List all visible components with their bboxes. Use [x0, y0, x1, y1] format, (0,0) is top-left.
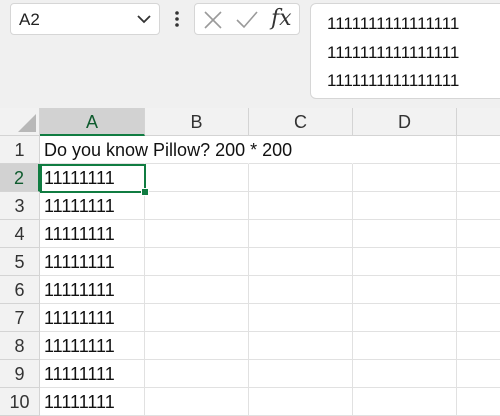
cell-a6[interactable]: 11111111: [40, 276, 145, 304]
cell-d9[interactable]: [353, 360, 457, 388]
cell-b2[interactable]: [145, 164, 249, 192]
cell-d8[interactable]: [353, 332, 457, 360]
cell-d1[interactable]: [353, 136, 457, 164]
cell-b4[interactable]: [145, 220, 249, 248]
cell-a8[interactable]: 11111111: [40, 332, 145, 360]
cell-a3[interactable]: 11111111: [40, 192, 145, 220]
name-box-value[interactable]: A2: [19, 10, 40, 30]
formula-content: 1111111111111111 1111111111111111 111111…: [327, 10, 459, 96]
cell-e9[interactable]: [457, 360, 500, 388]
cancel-icon[interactable]: [203, 10, 223, 30]
row-header-10[interactable]: 10: [0, 388, 40, 416]
row-header-1[interactable]: 1: [0, 136, 40, 164]
insert-function-button[interactable]: fx: [271, 6, 292, 31]
row-header-5[interactable]: 5: [0, 248, 40, 276]
cell-e6[interactable]: [457, 276, 500, 304]
formula-line-1: 1111111111111111: [327, 14, 460, 33]
cell-a2[interactable]: 11111111: [40, 164, 145, 192]
formula-line-2: 1111111111111111: [327, 42, 460, 62]
cell-b10[interactable]: [145, 388, 249, 416]
cell-d10[interactable]: [353, 388, 457, 416]
formula-bar-area: A2 fx 1111111111111111 1111111111111111 …: [0, 0, 500, 108]
row-header-2[interactable]: 2: [0, 164, 40, 192]
row-header-4[interactable]: 4: [0, 220, 40, 248]
column-header-c[interactable]: C: [249, 108, 353, 136]
chevron-down-icon[interactable]: [135, 10, 153, 28]
enter-check-icon[interactable]: [235, 10, 259, 30]
row-header-8[interactable]: 8: [0, 332, 40, 360]
cell-b9[interactable]: [145, 360, 249, 388]
row-header-7[interactable]: 7: [0, 304, 40, 332]
cell-c5[interactable]: [249, 248, 353, 276]
cell-d4[interactable]: [353, 220, 457, 248]
cell-b5[interactable]: [145, 248, 249, 276]
cell-c4[interactable]: [249, 220, 353, 248]
cell-e3[interactable]: [457, 192, 500, 220]
spreadsheet-grid: A B C D 1 Do you know Pillow? 200 * 200 2 1…: [0, 108, 500, 416]
cell-a4[interactable]: 11111111: [40, 220, 145, 248]
cell-e4[interactable]: [457, 220, 500, 248]
cell-b3[interactable]: [145, 192, 249, 220]
cell-c9[interactable]: [249, 360, 353, 388]
column-header-d[interactable]: D: [353, 108, 457, 136]
more-options-icon[interactable]: [170, 8, 184, 30]
cell-d2[interactable]: [353, 164, 457, 192]
cell-d7[interactable]: [353, 304, 457, 332]
formula-controls: fx: [194, 3, 300, 35]
formula-input[interactable]: 1111111111111111 1111111111111111 111111…: [310, 3, 500, 99]
cell-e1[interactable]: [457, 136, 500, 164]
cell-a5[interactable]: 11111111: [40, 248, 145, 276]
cell-a10[interactable]: 11111111: [40, 388, 145, 416]
cell-d6[interactable]: [353, 276, 457, 304]
cell-b6[interactable]: [145, 276, 249, 304]
cell-e7[interactable]: [457, 304, 500, 332]
cell-c6[interactable]: [249, 276, 353, 304]
cell-a9[interactable]: 11111111: [40, 360, 145, 388]
formula-line-3: 1111111111111111: [327, 71, 460, 90]
cell-e5[interactable]: [457, 248, 500, 276]
cell-b7[interactable]: [145, 304, 249, 332]
row-header-9[interactable]: 9: [0, 360, 40, 388]
name-box[interactable]: A2: [10, 3, 160, 35]
column-header-e-partial[interactable]: [457, 108, 500, 136]
cell-a7[interactable]: 11111111: [40, 304, 145, 332]
cell-c10[interactable]: [249, 388, 353, 416]
cell-c2[interactable]: [249, 164, 353, 192]
column-header-b[interactable]: B: [145, 108, 249, 136]
cell-d5[interactable]: [353, 248, 457, 276]
cell-e10[interactable]: [457, 388, 500, 416]
cell-e2[interactable]: [457, 164, 500, 192]
cell-d3[interactable]: [353, 192, 457, 220]
cell-c3[interactable]: [249, 192, 353, 220]
select-all-button[interactable]: [0, 108, 40, 136]
row-header-3[interactable]: 3: [0, 192, 40, 220]
select-all-triangle-icon: [18, 114, 36, 132]
cell-b8[interactable]: [145, 332, 249, 360]
fill-handle[interactable]: [141, 188, 149, 196]
cell-a1[interactable]: Do you know Pillow? 200 * 200: [40, 136, 292, 164]
cell-e8[interactable]: [457, 332, 500, 360]
row-header-6[interactable]: 6: [0, 276, 40, 304]
column-header-a[interactable]: A: [40, 108, 145, 136]
cell-c7[interactable]: [249, 304, 353, 332]
cell-c8[interactable]: [249, 332, 353, 360]
